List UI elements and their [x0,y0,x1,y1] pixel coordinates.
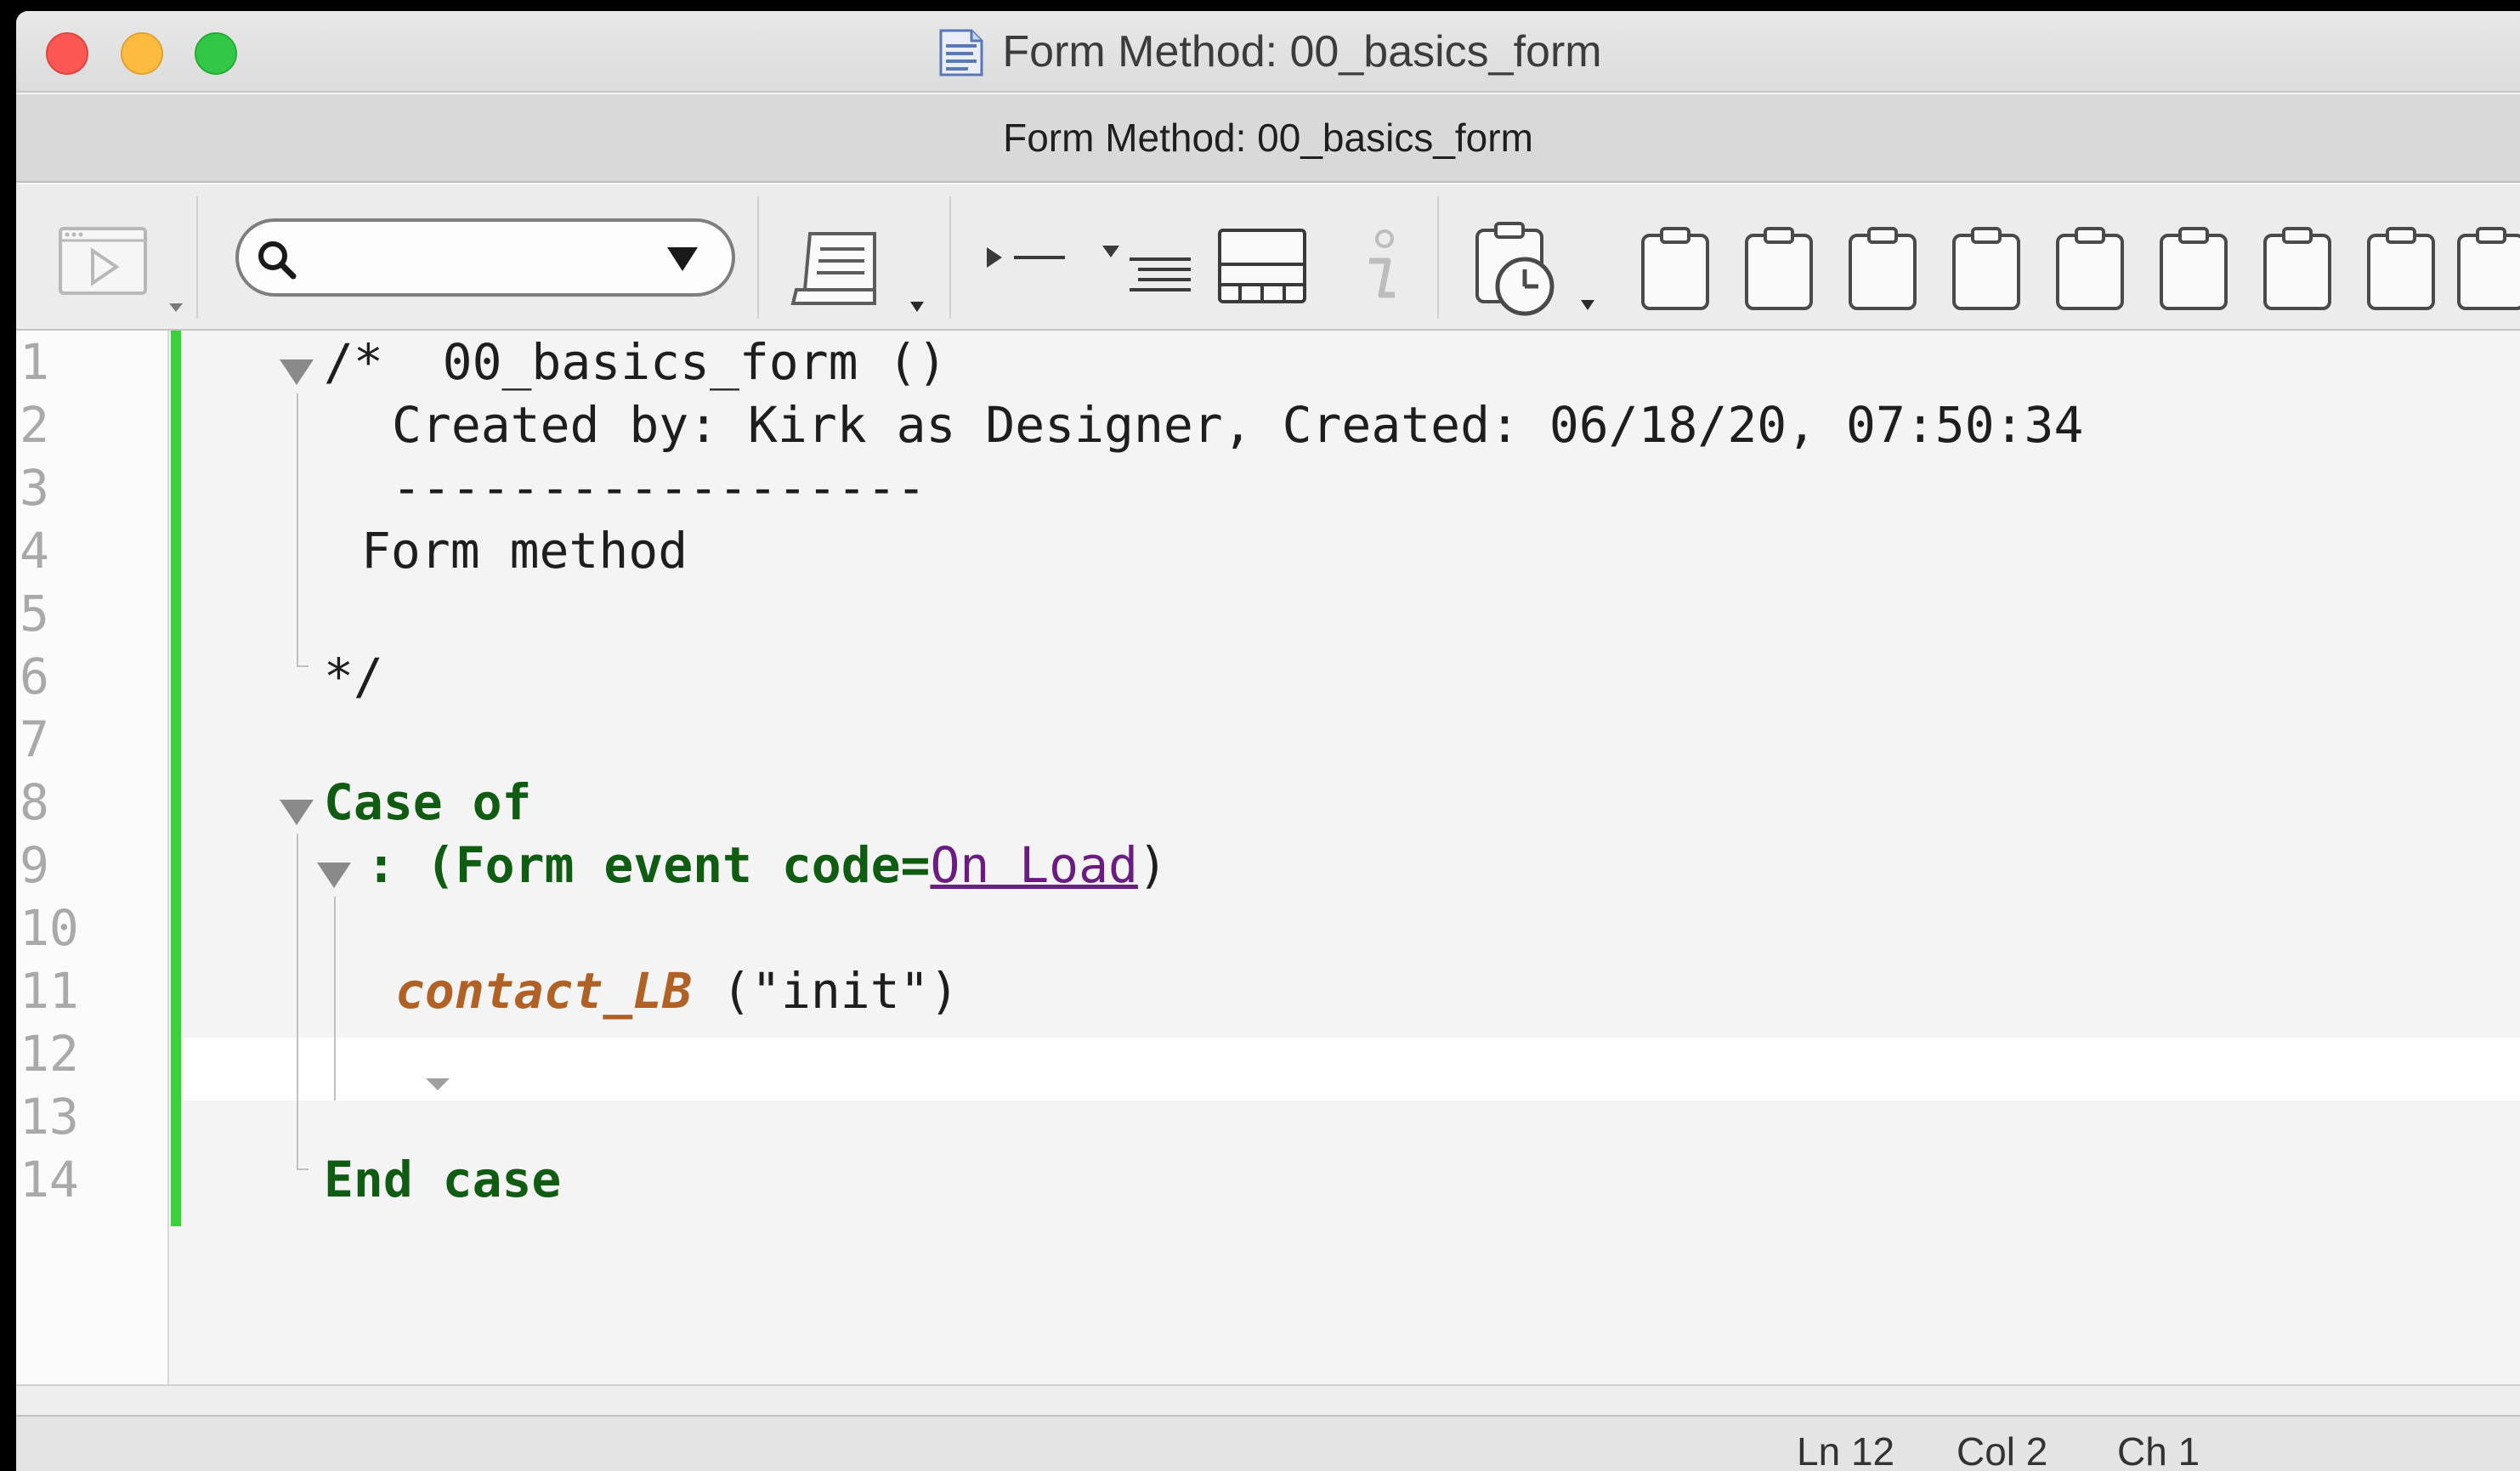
code-line-9: : (Form event code=On Load) [366,834,1168,897]
clipboard-7-icon[interactable] [2262,227,2333,312]
fold-end-marker-icon [426,1078,450,1090]
search-field[interactable] [235,218,735,297]
run-method-icon[interactable] [42,220,186,314]
end-case-keyword: End case [324,1151,562,1208]
line-number: 14 [20,1151,79,1208]
clipboard-3-icon[interactable] [1847,227,1918,312]
info-icon[interactable] [1351,223,1410,308]
line-number: 11 [20,962,79,1020]
case-condition-close: ) [1137,836,1168,894]
case-of-keyword: Case of [324,773,532,831]
modified-lines-indicator [171,331,181,1226]
fold-toggle-icon[interactable] [317,863,351,888]
search-icon [258,241,297,280]
tab-bar: Form Method: 00_basics_form [16,94,2520,183]
fold-toggle-icon[interactable] [280,359,314,385]
method-editor-window: Form Method: 00_basics_form Form Method:… [16,11,2520,1471]
line-number: 3 [20,459,49,517]
line-number: 7 [20,710,49,768]
search-dropdown-chevron-icon[interactable] [664,244,701,274]
editor-toolbar [16,184,2520,331]
fold-toggle-icon[interactable] [280,800,314,825]
line-number: 12 [20,1025,79,1083]
code-line-2: Created by: Kirk as Designer, Created: 0… [392,396,2084,454]
line-number-gutter: 1 2 3 4 5 6 7 8 9 10 11 12 13 14 [16,331,169,1384]
code-line-6: */ [324,648,383,705]
case-condition-text: : (Form event code= [366,836,931,894]
line-number: 2 [20,396,49,454]
method-call-contact-lb[interactable]: contact_LB [395,962,692,1020]
code-line-1: /* 00_basics_form () [324,333,948,391]
clipboard-1-icon[interactable] [1639,227,1711,312]
breakpoint-icon[interactable] [977,239,1070,281]
clipboard-8-icon[interactable] [2365,227,2437,312]
line-number: 1 [20,333,49,391]
tab-form-method[interactable]: Form Method: 00_basics_form [1003,115,1533,161]
macro-icon[interactable] [1215,225,1310,310]
history-icon[interactable] [1465,218,1618,320]
current-line-highlight [183,1038,2520,1100]
window-title: Form Method: 00_basics_form [1002,27,1602,76]
clipboard-2-icon[interactable] [1743,227,1815,312]
clipboard-9-icon[interactable] [2455,227,2520,312]
search-input[interactable] [307,230,647,285]
line-number: 6 [20,648,49,705]
status-line: Ln 12 [1797,1429,1895,1471]
line-number: 10 [20,899,79,957]
line-number: 8 [20,773,49,831]
horizontal-scrollbar[interactable] [16,1384,2520,1415]
title-bar: Form Method: 00_basics_form [16,11,2520,93]
clipboard-6-icon[interactable] [2158,227,2229,312]
code-line-4: Form method [361,522,688,580]
method-properties-icon[interactable] [781,222,943,317]
status-char: Ch 1 [2117,1429,2200,1471]
method-call-args: ("init") [692,962,960,1020]
status-column: Col 2 [1957,1429,2048,1471]
on-load-constant-link[interactable]: On Load [930,836,1137,894]
status-bar: Ln 12 Col 2 Ch 1 [16,1415,2520,1471]
line-number: 5 [20,585,49,642]
code-line-3: ------------------ [392,459,926,517]
line-number: 13 [20,1088,79,1146]
clipboard-5-icon[interactable] [2054,227,2126,312]
code-line-11: contact_LB ("init") [395,959,959,1022]
code-editor[interactable]: 1 2 3 4 5 6 7 8 9 10 11 12 13 14 /* 00_b… [16,331,2520,1384]
line-number: 4 [20,522,49,580]
clipboard-4-icon[interactable] [1951,227,2022,312]
method-document-icon [939,29,983,76]
indent-icon[interactable] [1096,239,1198,298]
line-number: 9 [20,836,49,894]
